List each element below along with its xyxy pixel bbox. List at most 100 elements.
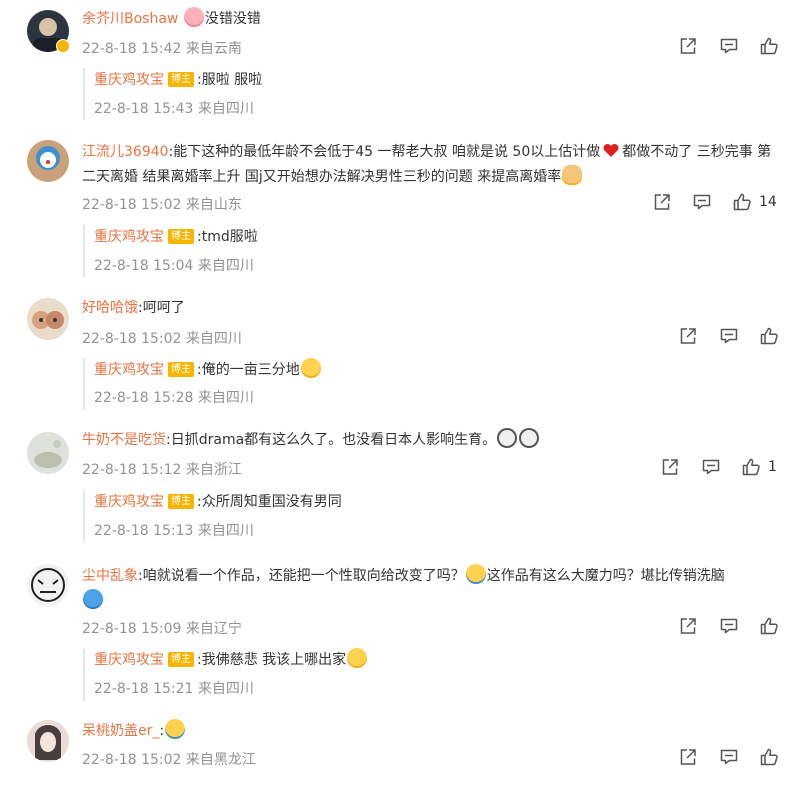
avatar[interactable] xyxy=(27,720,69,762)
comment-text: 好哈哈饿:呵呵了 xyxy=(82,300,185,316)
comment-item: 牛奶不是吃货:日抓drama都有这么久了。也没看日本人影响生育。 22-8-18… xyxy=(0,422,803,554)
reply-text: 重庆鸡攻宝 博主:我佛慈悲 我该上哪出家 xyxy=(94,648,368,673)
blogger-badge: 博主 xyxy=(168,229,194,244)
like-icon[interactable] xyxy=(759,616,779,636)
comment-text: 牛奶不是吃货:日抓drama都有这么久了。也没看日本人影响生育。 xyxy=(82,428,540,453)
comment-item: 呆桃奶盖er_: 22-8-18 15:02 来自黑龙江 xyxy=(0,710,803,785)
comment-actions xyxy=(678,36,778,56)
comment-time: 22-8-18 15:12 来自浙江 xyxy=(82,462,242,478)
reply-username[interactable]: 重庆鸡攻宝 xyxy=(94,229,164,245)
comment-actions xyxy=(678,616,778,636)
like-icon[interactable] xyxy=(732,192,752,212)
comment-item: 余芥川Boshaw 没错没错 22-8-18 15:42 来自云南 重庆鸡攻宝博… xyxy=(0,0,803,130)
comment-text: 尘中乱象:咱就说看一个作品，还能把一个性取向给改变了吗？ 这作品有这么大魔力吗？堪… xyxy=(82,564,772,614)
reply-content: 俺的一亩三分地 xyxy=(201,362,300,378)
like-count: 14 xyxy=(759,194,777,210)
comment-content: 没错没错 xyxy=(204,11,261,27)
comment-time: 22-8-18 15:09 来自辽宁 xyxy=(82,621,242,637)
comment-content: 呵呵了 xyxy=(142,300,185,316)
comment-time: 22-8-18 15:02 来自黑龙江 xyxy=(82,752,256,768)
comment-content: 日抓drama都有这么久了。也没看日本人影响生育。 xyxy=(170,432,497,448)
share-icon[interactable] xyxy=(678,616,698,636)
comment-icon[interactable] xyxy=(719,616,739,636)
comment-text: 呆桃奶盖er_: xyxy=(82,719,186,744)
share-icon[interactable] xyxy=(660,457,680,477)
blogger-badge: 博主 xyxy=(168,362,194,377)
comment-actions: 1 xyxy=(660,457,780,477)
avatar[interactable] xyxy=(27,298,69,340)
reply-content: 服啦 服啦 xyxy=(201,72,263,88)
comment-content: 咱就说看一个作品，还能把一个性取向给改变了吗？ xyxy=(142,568,465,584)
share-icon[interactable] xyxy=(678,36,698,56)
reply-divider xyxy=(83,490,85,542)
like-icon[interactable] xyxy=(741,457,761,477)
shrug-emoji-icon xyxy=(83,589,103,609)
comment-icon[interactable] xyxy=(719,747,739,767)
like-count: 1 xyxy=(768,459,777,475)
reply-text: 重庆鸡攻宝 博主:众所周知重国没有男同 xyxy=(94,494,342,510)
like-icon[interactable] xyxy=(759,747,779,767)
comment-username[interactable]: 余芥川Boshaw xyxy=(82,11,178,27)
blogger-badge: 博主 xyxy=(168,652,194,667)
cute-face-emoji-icon xyxy=(183,7,204,27)
blogger-badge: 博主 xyxy=(168,494,194,509)
avatar[interactable] xyxy=(27,140,69,182)
reply-divider xyxy=(83,649,85,701)
crying-emoji-icon xyxy=(165,719,186,739)
comment-text: 余芥川Boshaw 没错没错 xyxy=(82,7,261,32)
share-icon[interactable] xyxy=(678,747,698,767)
reply-time: 22-8-18 15:13 来自四川 xyxy=(94,523,254,539)
comment-text: 江流儿36940:能下这种的最低年龄不会低于45 一帮老大叔 咱就是说 50以上… xyxy=(82,140,772,190)
comment-time: 22-8-18 15:02 来自四川 xyxy=(82,331,242,347)
doge-emoji-icon xyxy=(562,165,583,185)
smile-emoji-icon xyxy=(347,648,368,668)
comment-username[interactable]: 江流儿36940 xyxy=(82,144,169,160)
comment-actions xyxy=(678,747,778,767)
reply-time: 22-8-18 15:21 来自四川 xyxy=(94,681,254,697)
comment-icon[interactable] xyxy=(701,457,721,477)
panda-emoji-icon xyxy=(497,428,518,448)
reply-divider xyxy=(83,225,85,277)
reply-text: 重庆鸡攻宝 博主:服啦 服啦 xyxy=(94,72,263,88)
comment-actions: 14 xyxy=(652,192,782,212)
comment-icon[interactable] xyxy=(719,326,739,346)
comment-content-cont: 这作品有这么大魔力吗？堪比传销洗脑 xyxy=(486,568,725,584)
comment-username[interactable]: 好哈哈饿 xyxy=(82,300,138,316)
crying-laugh-emoji-icon xyxy=(465,564,486,584)
like-icon[interactable] xyxy=(759,36,779,56)
comment-time: 22-8-18 15:02 来自山东 xyxy=(82,197,242,213)
reply-time: 22-8-18 15:43 来自四川 xyxy=(94,101,254,117)
panda-emoji-icon xyxy=(519,428,540,448)
like-icon[interactable] xyxy=(759,326,779,346)
verified-badge-icon xyxy=(56,39,70,53)
comment-item: 江流儿36940:能下这种的最低年龄不会低于45 一帮老大叔 咱就是说 50以上… xyxy=(0,130,803,290)
comment-time: 22-8-18 15:42 来自云南 xyxy=(82,41,242,57)
comment-content: 能下这种的最低年龄不会低于45 一帮老大叔 咱就是说 50以上估计做 xyxy=(173,144,601,160)
share-icon[interactable] xyxy=(678,326,698,346)
reply-text: 重庆鸡攻宝 博主:俺的一亩三分地 xyxy=(94,358,322,383)
comment-username[interactable]: 尘中乱象 xyxy=(82,568,138,584)
reply-content: 我佛慈悲 我该上哪出家 xyxy=(201,652,347,668)
comment-icon[interactable] xyxy=(692,192,712,212)
comment-username[interactable]: 牛奶不是吃货 xyxy=(82,432,166,448)
share-icon[interactable] xyxy=(652,192,672,212)
reply-time: 22-8-18 15:28 来自四川 xyxy=(94,390,254,406)
comment-actions xyxy=(678,326,778,346)
reply-content: 众所周知重国没有男同 xyxy=(201,494,342,510)
reply-divider xyxy=(83,68,85,120)
comment-icon[interactable] xyxy=(719,36,739,56)
comment-username[interactable]: 呆桃奶盖er_ xyxy=(82,723,159,739)
reply-divider xyxy=(83,358,85,410)
reply-username[interactable]: 重庆鸡攻宝 xyxy=(94,72,164,88)
reply-username[interactable]: 重庆鸡攻宝 xyxy=(94,494,164,510)
comment-item: 尘中乱象:咱就说看一个作品，还能把一个性取向给改变了吗？ 这作品有这么大魔力吗？堪… xyxy=(0,554,803,710)
comment-item: 好哈哈饿:呵呵了 22-8-18 15:02 来自四川 重庆鸡攻宝 博主:俺的一亩… xyxy=(0,290,803,422)
reply-username[interactable]: 重庆鸡攻宝 xyxy=(94,362,164,378)
reply-time: 22-8-18 15:04 来自四川 xyxy=(94,258,254,274)
avatar[interactable] xyxy=(27,564,69,606)
reply-content: tmd服啦 xyxy=(201,229,258,245)
blogger-badge: 博主 xyxy=(168,72,194,87)
avatar[interactable] xyxy=(27,432,69,474)
reply-username[interactable]: 重庆鸡攻宝 xyxy=(94,652,164,668)
smile-emoji-icon xyxy=(300,358,321,378)
